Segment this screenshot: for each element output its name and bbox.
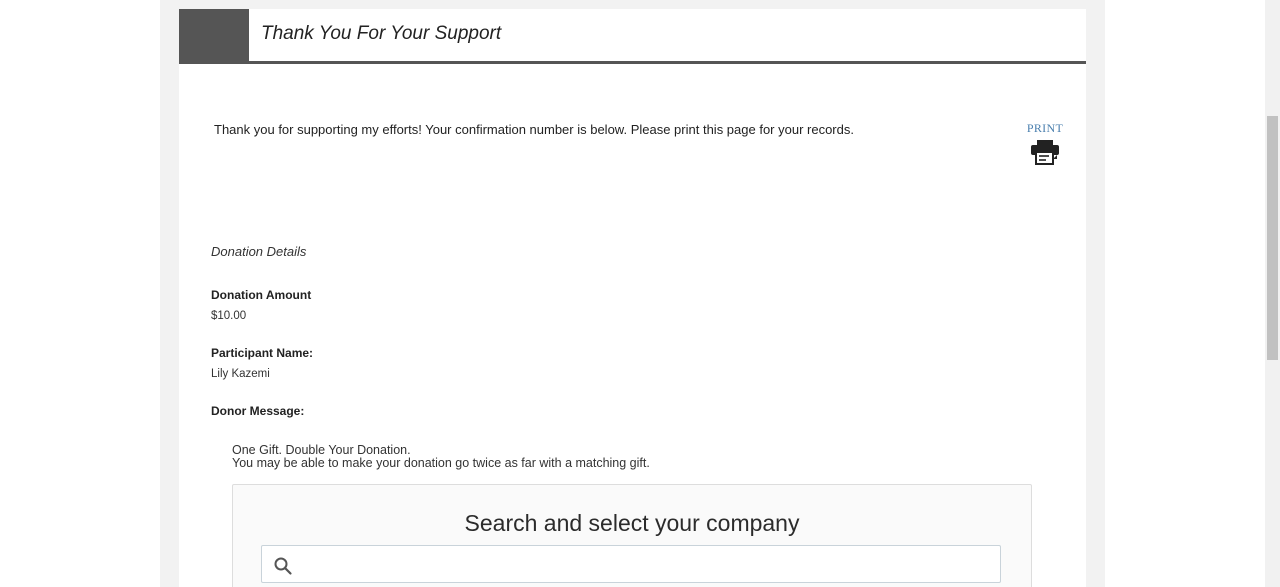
search-icon xyxy=(274,557,292,575)
top-strip xyxy=(160,0,1105,9)
matching-gift-line-2: You may be able to make your donation go… xyxy=(232,456,650,470)
print-label: PRINT xyxy=(1026,121,1064,135)
page-header: Thank You For Your Support xyxy=(179,9,1086,64)
scrollbar-thumb[interactable] xyxy=(1267,116,1278,360)
printer-icon xyxy=(1031,140,1059,165)
donation-details-heading: Donation Details xyxy=(211,244,307,259)
header-accent-block xyxy=(179,9,249,64)
company-search-title: Search and select your company xyxy=(464,510,800,536)
donation-amount-label: Donation Amount xyxy=(211,288,312,302)
participant-name-label: Participant Name: xyxy=(211,346,314,360)
company-search-widget: Search and select your company xyxy=(232,484,1032,587)
page-title: Thank You For Your Support xyxy=(261,23,502,44)
scrollbar-track[interactable] xyxy=(1265,0,1280,587)
matching-gift-intro: One Gift. Double Your Donation. You may … xyxy=(232,444,650,470)
confirmation-message: Thank you for supporting my efforts! You… xyxy=(214,122,854,137)
company-search-input[interactable] xyxy=(302,550,996,580)
donor-message-label: Donor Message: xyxy=(211,404,305,418)
browser-viewport: Thank You For Your Support Thank you for… xyxy=(0,0,1280,587)
donation-amount-value: $10.00 xyxy=(211,310,247,322)
company-search-field[interactable] xyxy=(261,545,1001,583)
print-button[interactable]: PRINT xyxy=(1022,121,1068,165)
participant-name-value: Lily Kazemi xyxy=(211,368,270,380)
